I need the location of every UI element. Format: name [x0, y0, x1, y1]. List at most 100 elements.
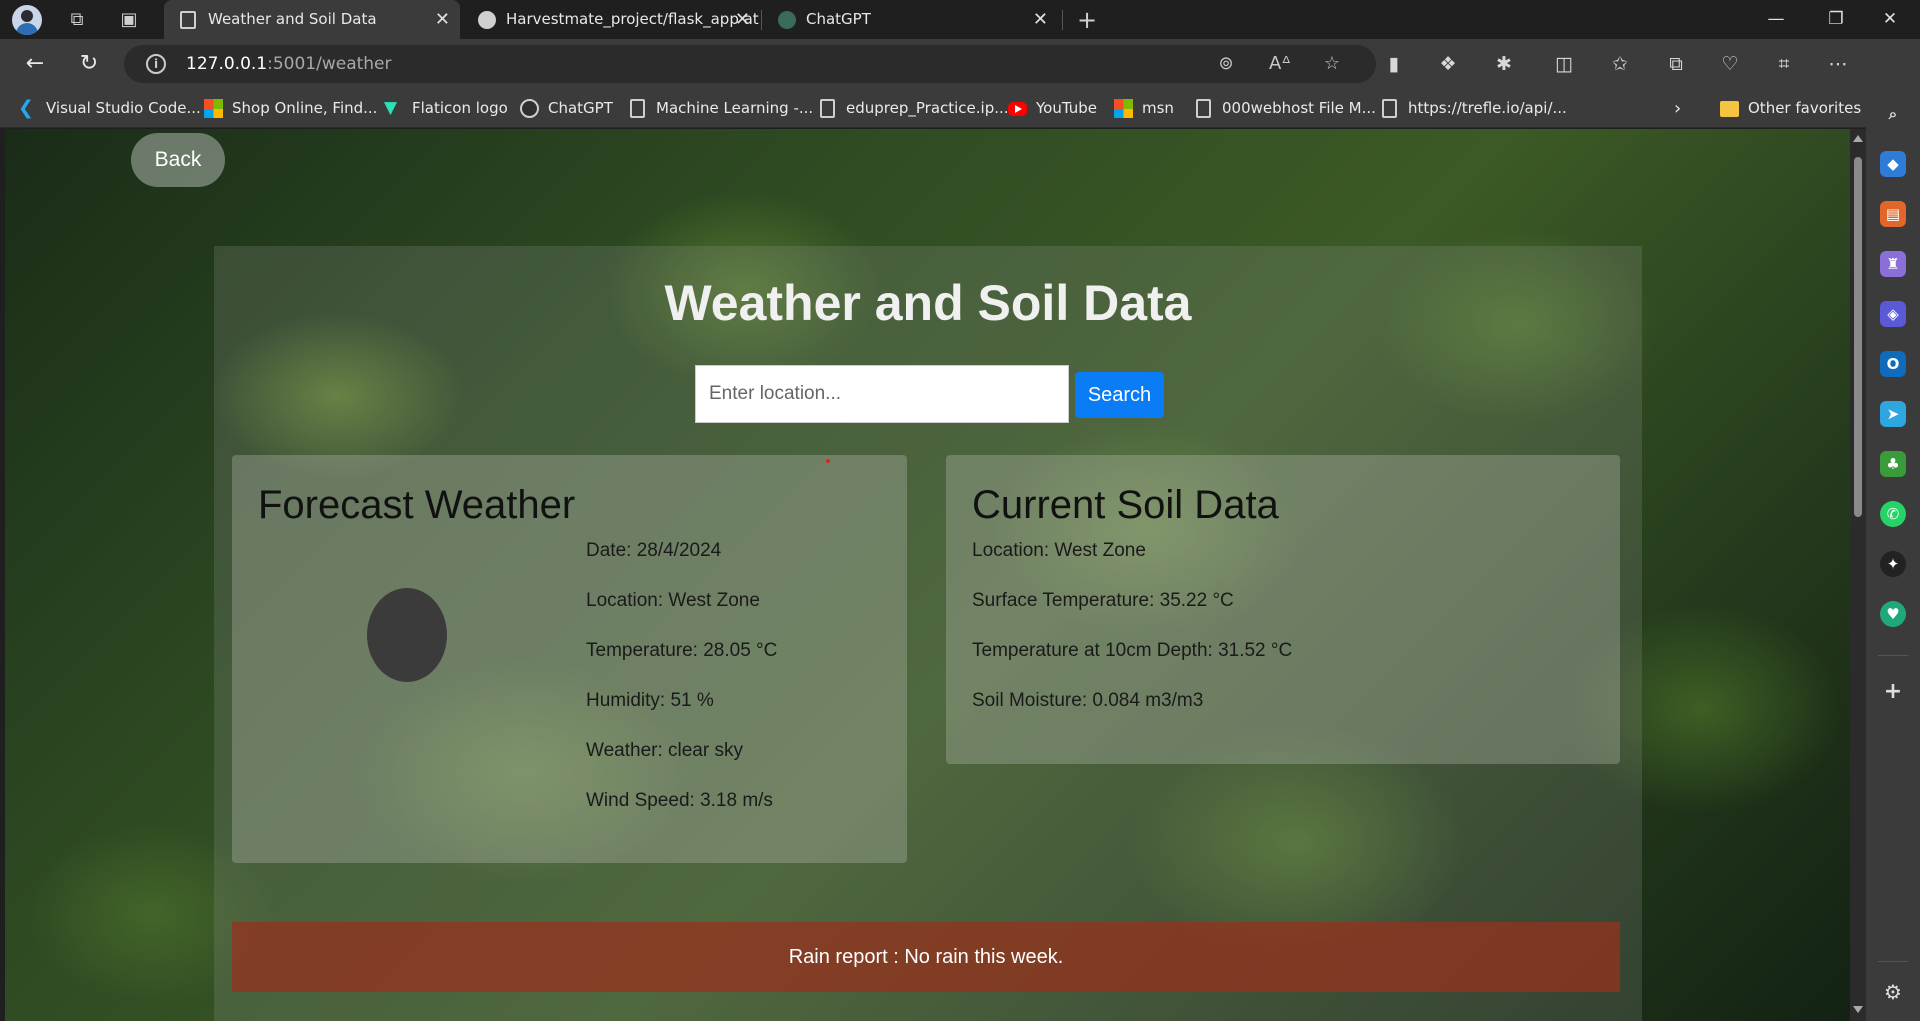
- location-icon[interactable]: ⊚: [1214, 52, 1238, 76]
- github-icon: [478, 11, 496, 29]
- restore-icon[interactable]: ❐: [1806, 0, 1866, 39]
- tab-title: Harvestmate_project/flask_app at: [506, 10, 759, 28]
- forecast-weather-heading: Forecast Weather: [258, 483, 576, 527]
- tab-github[interactable]: Harvestmate_project/flask_app at ✕: [462, 0, 760, 39]
- toolbox-icon[interactable]: ▤: [1880, 201, 1906, 227]
- location-search-input[interactable]: [695, 365, 1069, 423]
- collections-icon[interactable]: ⧉: [1662, 50, 1690, 78]
- new-tab-icon[interactable]: +: [1074, 7, 1100, 33]
- split-screen-icon[interactable]: ◫: [1550, 50, 1578, 78]
- favorite-item[interactable]: ChatGPT: [520, 89, 613, 128]
- cursor-dot: [826, 459, 830, 463]
- add-sidebar-app-icon[interactable]: +: [1880, 679, 1906, 705]
- scroll-thumb[interactable]: [1854, 157, 1862, 517]
- back-arrow-icon[interactable]: ←: [20, 49, 50, 79]
- folder-icon: [1720, 101, 1739, 117]
- extension-icon[interactable]: ▮: [1380, 50, 1408, 78]
- document-icon: [630, 99, 645, 118]
- tab-title: Weather and Soil Data: [208, 10, 377, 28]
- page-viewport: Back Weather and Soil Data Search Foreca…: [5, 129, 1850, 1021]
- search-button[interactable]: Search: [1075, 372, 1164, 418]
- rain-report-banner: Rain report : No rain this week.: [232, 922, 1620, 992]
- weather-humidity: Humidity: 51 %: [586, 690, 714, 711]
- edge-sidebar: ⌕ ◆ ▤ ♜ ◈ O ➤ ♣ ✆ ✦ ♥ + ⚙: [1866, 39, 1920, 1021]
- extensions-icon[interactable]: ✱: [1490, 50, 1518, 78]
- favorite-item[interactable]: https://trefle.io/api/...: [1380, 89, 1567, 128]
- extension-paw-icon[interactable]: ❖: [1434, 50, 1462, 78]
- refresh-icon[interactable]: ↻: [74, 49, 104, 79]
- microsoft365-icon[interactable]: ◈: [1880, 301, 1906, 327]
- screenshot-icon[interactable]: ⌗: [1770, 50, 1798, 78]
- minimize-icon[interactable]: —: [1746, 0, 1806, 39]
- chatgpt-icon[interactable]: ✦: [1880, 551, 1906, 577]
- favorites-icon[interactable]: ✩: [1606, 50, 1634, 78]
- close-tab-icon[interactable]: ✕: [435, 0, 450, 39]
- main-panel: Weather and Soil Data Search Forecast We…: [214, 246, 1642, 1021]
- document-icon: [1196, 99, 1211, 118]
- favorite-item[interactable]: Shop Online, Find...: [204, 89, 377, 128]
- games-icon[interactable]: ♜: [1880, 251, 1906, 277]
- favorite-star-icon[interactable]: ☆: [1320, 52, 1344, 76]
- chatgpt-icon: [520, 99, 539, 118]
- favorite-item[interactable]: eduprep_Practice.ip...: [818, 89, 1009, 128]
- tree-icon[interactable]: ♣: [1880, 451, 1906, 477]
- site-info-icon[interactable]: i: [146, 54, 166, 74]
- tag-icon[interactable]: ◆: [1880, 151, 1906, 177]
- weather-date: Date: 28/4/2024: [586, 540, 722, 561]
- favorite-item[interactable]: ▼ Flaticon logo: [384, 89, 508, 128]
- close-tab-icon[interactable]: ✕: [735, 0, 750, 39]
- soil-data-heading: Current Soil Data: [972, 483, 1279, 527]
- microsoft-icon: [1114, 99, 1133, 118]
- title-bar: ⧉ ▣ Weather and Soil Data ✕ Harvestmate_…: [0, 0, 1920, 39]
- whatsapp-icon[interactable]: ✆: [1880, 501, 1906, 527]
- current-soil-card: Current Soil Data Location: West Zone Su…: [946, 455, 1620, 764]
- scroll-up-icon[interactable]: [1853, 135, 1863, 142]
- weather-temperature: Temperature: 28.05 °C: [586, 640, 778, 661]
- back-button[interactable]: Back: [131, 133, 225, 187]
- youtube-icon: [1008, 102, 1027, 116]
- microsoft-icon: [204, 99, 223, 118]
- chatgpt-icon: [778, 11, 796, 29]
- soil-depth-temperature: Temperature at 10cm Depth: 31.52 °C: [972, 640, 1293, 661]
- search-icon[interactable]: ⌕: [1880, 101, 1906, 127]
- url-text[interactable]: 127.0.0.1:5001/weather: [186, 45, 392, 83]
- browser-toolbar: ← ↻ i 127.0.0.1:5001/weather ⊚ Aᐞ ☆ ▮ ❖ …: [0, 39, 1920, 89]
- weather-wind-speed: Wind Speed: 3.18 m/s: [586, 790, 773, 811]
- window-close-icon[interactable]: ✕: [1860, 0, 1920, 39]
- profile-avatar[interactable]: [12, 5, 42, 35]
- soil-moisture: Soil Moisture: 0.084 m3/m3: [972, 690, 1204, 711]
- tab-weather-soil[interactable]: Weather and Soil Data ✕: [164, 0, 460, 39]
- close-tab-icon[interactable]: ✕: [1033, 0, 1048, 39]
- document-icon: [1382, 99, 1397, 118]
- favorite-item[interactable]: msn: [1114, 89, 1174, 128]
- tab-actions-icon[interactable]: ▣: [116, 7, 142, 33]
- weather-condition: Weather: clear sky: [586, 740, 743, 761]
- weather-location: Location: West Zone: [586, 590, 760, 611]
- settings-gear-icon[interactable]: ⚙: [1880, 979, 1906, 1005]
- other-favorites[interactable]: Other favorites: [1720, 89, 1861, 128]
- browser-essentials-icon[interactable]: ♡: [1716, 50, 1744, 78]
- more-menu-icon[interactable]: ⋯: [1824, 50, 1852, 78]
- weather-fields: Date: 28/4/2024 Location: West Zone Temp…: [586, 539, 777, 839]
- favorite-item[interactable]: 000webhost File M...: [1194, 89, 1376, 128]
- weather-condition-icon: [367, 588, 447, 682]
- workspaces-icon[interactable]: ⧉: [64, 7, 90, 33]
- favorite-item[interactable]: ❮ Visual Studio Code...: [18, 89, 201, 128]
- page-title: Weather and Soil Data: [664, 275, 1192, 331]
- tab-title: ChatGPT: [806, 10, 871, 28]
- outlook-icon[interactable]: O: [1880, 351, 1906, 377]
- favorite-item[interactable]: YouTube: [1008, 89, 1097, 128]
- read-aloud-icon[interactable]: Aᐞ: [1268, 52, 1292, 76]
- tab-chatgpt[interactable]: ChatGPT ✕: [762, 0, 1058, 39]
- favorites-bar: ❮ Visual Studio Code... Shop Online, Find…: [0, 89, 1866, 128]
- address-bar[interactable]: i 127.0.0.1:5001/weather ⊚ Aᐞ ☆: [124, 45, 1376, 83]
- vscode-icon: ❮: [18, 97, 34, 119]
- more-favorites-chevron-icon[interactable]: ›: [1674, 89, 1681, 128]
- soil-fields: Location: West Zone Surface Temperature:…: [972, 539, 1292, 739]
- scroll-down-icon[interactable]: [1853, 1006, 1863, 1013]
- assistant-icon[interactable]: ♥: [1880, 601, 1906, 627]
- favorite-item[interactable]: Machine Learning -...: [628, 89, 813, 128]
- telegram-icon[interactable]: ➤: [1880, 401, 1906, 427]
- page-scrollbar[interactable]: [1850, 129, 1866, 1021]
- document-icon: [820, 99, 835, 118]
